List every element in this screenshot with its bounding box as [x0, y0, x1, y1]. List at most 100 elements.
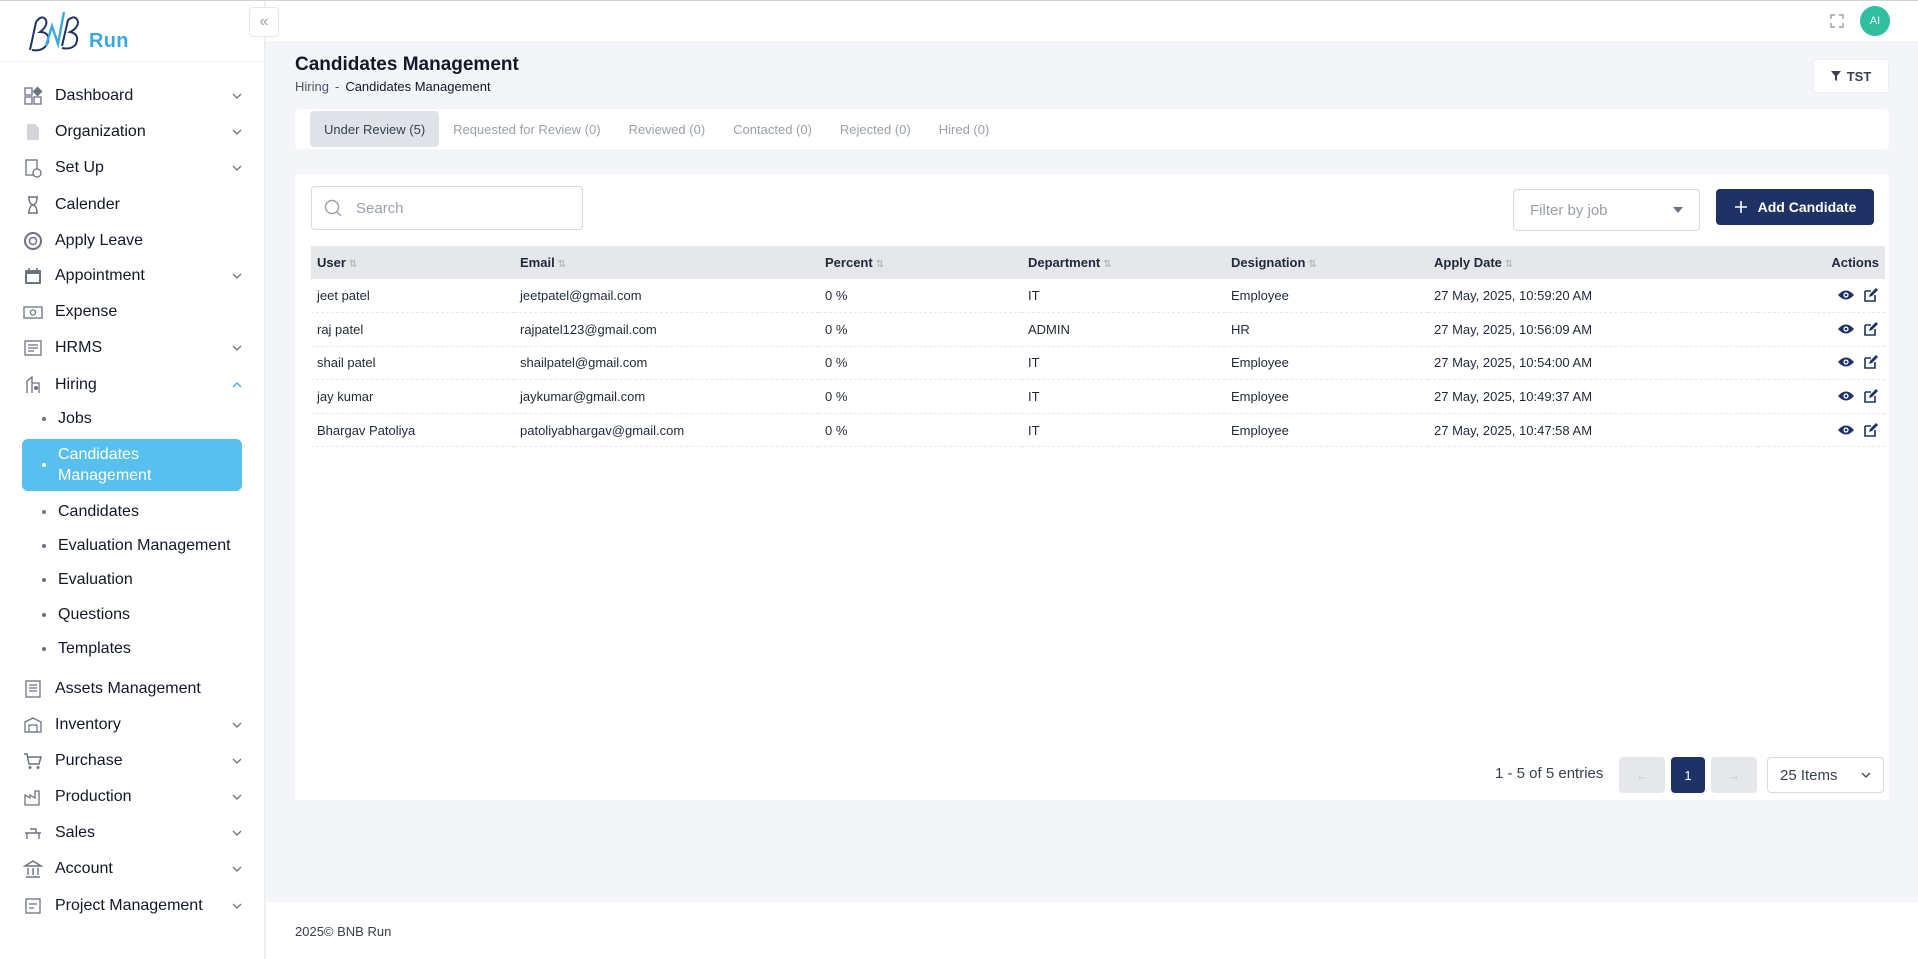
sidebar-subitem-templates[interactable]: Templates: [22, 634, 242, 664]
tab-hired[interactable]: Hired (0): [925, 111, 1004, 147]
bullet-icon: [42, 510, 46, 514]
sidebar-subitem-label: Templates: [58, 640, 131, 657]
sidebar-subitem-evaluation[interactable]: Evaluation: [22, 565, 242, 595]
add-candidate-button[interactable]: Add Candidate: [1716, 189, 1874, 225]
inventory-icon: [22, 714, 44, 736]
chevron-down-icon: [230, 790, 244, 804]
candidates-card: Filter by job Add Candidate User⇅Email⇅P…: [295, 174, 1889, 800]
column-header-email[interactable]: Email ⇅: [514, 246, 819, 279]
page-1-button[interactable]: 1: [1671, 757, 1705, 793]
fullscreen-icon[interactable]: [1829, 13, 1845, 29]
chevron-down-icon: [230, 754, 244, 768]
sidebar-item-organization[interactable]: Organization: [22, 117, 244, 147]
plus-icon: [1734, 201, 1747, 213]
items-per-page-select[interactable]: 25 Items: [1767, 757, 1884, 793]
edit-icon[interactable]: [1863, 354, 1879, 370]
table-cell: 0 %: [825, 355, 848, 371]
tab-requested-for-review[interactable]: Requested for Review (0): [439, 111, 614, 147]
view-eye-icon[interactable]: [1837, 323, 1855, 335]
status-tabs: Under Review (5) Requested for Review (0)…: [295, 109, 1889, 149]
table-cell: 27 May, 2025, 10:56:09 AM: [1434, 321, 1593, 337]
table-cell: jeet patel: [317, 288, 370, 304]
sidebar-subitem-candidates-management[interactable]: Candidates Management: [22, 439, 242, 491]
row-actions: [1758, 279, 1885, 313]
view-eye-icon[interactable]: [1837, 356, 1855, 368]
view-eye-icon[interactable]: [1837, 289, 1855, 301]
sidebar-subitem-label: Evaluation: [58, 571, 133, 588]
sidebar-subitem-candidates[interactable]: Candidates: [22, 497, 242, 527]
sort-icon[interactable]: ⇅: [1505, 259, 1513, 270]
table-cell: shail patel: [317, 355, 376, 371]
chevron-down-icon: [230, 341, 244, 355]
column-header-designation[interactable]: Designation ⇅: [1225, 246, 1428, 279]
sidebar-item-label: Purchase: [55, 752, 123, 769]
search-box[interactable]: [311, 186, 583, 230]
sidebar-subitem-jobs[interactable]: Jobs: [22, 404, 242, 434]
sidebar-item-sales[interactable]: Sales: [22, 818, 244, 848]
filter-by-job-select[interactable]: Filter by job: [1513, 189, 1700, 231]
sidebar-item-account[interactable]: Account: [22, 854, 244, 884]
table-cell: 0 %: [825, 321, 848, 337]
bullet-icon: [42, 544, 46, 548]
table-cell: Employee: [1231, 355, 1289, 371]
sidebar-item-label: Organization: [55, 123, 146, 140]
sidebar-item-hiring[interactable]: Hiring: [22, 370, 244, 400]
sidebar-item-assets-management[interactable]: Assets Management: [22, 674, 244, 704]
column-header-actions: Actions: [1831, 255, 1879, 270]
column-header-apply-date[interactable]: Apply Date ⇅: [1428, 246, 1758, 279]
edit-icon[interactable]: [1863, 388, 1879, 404]
tab-under-review[interactable]: Under Review (5): [310, 111, 440, 147]
table-row: raj patel rajpatel123@gmail.com 0 % ADMIN HR…: [311, 313, 1885, 347]
tab-reviewed[interactable]: Reviewed (0): [615, 111, 720, 147]
edit-icon[interactable]: [1863, 287, 1879, 303]
logo-mark-icon: [29, 11, 80, 52]
sidebar-item-hrms[interactable]: HRMS: [22, 333, 244, 363]
footer-copyright: 2025© BNB Run: [295, 924, 392, 939]
sidebar-subitem-questions[interactable]: Questions: [22, 600, 242, 630]
sidebar-item-inventory[interactable]: Inventory: [22, 710, 244, 740]
sidebar-item-appointment[interactable]: Appointment: [22, 261, 244, 291]
tst-filter-button[interactable]: TST: [1813, 59, 1889, 93]
filter-placeholder: Filter by job: [1530, 201, 1608, 219]
column-header-percent[interactable]: Percent ⇅: [819, 246, 1022, 279]
sidebar-item-production[interactable]: Production: [22, 782, 244, 812]
brand-logo[interactable]: Run: [26, 6, 146, 60]
column-header-user[interactable]: User ⇅: [311, 246, 514, 279]
tab-rejected[interactable]: Rejected (0): [826, 111, 925, 147]
sidebar-item-label: Expense: [55, 303, 118, 320]
tab-contacted[interactable]: Contacted (0): [719, 111, 826, 147]
breadcrumb-parent[interactable]: Hiring: [295, 79, 329, 94]
calendar-icon: [22, 265, 44, 287]
user-avatar[interactable]: AI: [1860, 6, 1890, 36]
view-eye-icon[interactable]: [1837, 424, 1855, 436]
sort-icon[interactable]: ⇅: [1103, 259, 1111, 270]
sidebar-item-apply-leave[interactable]: Apply Leave: [22, 226, 244, 256]
sidebar-item-set-up[interactable]: Set Up: [22, 153, 244, 183]
sidebar-divider: [0, 61, 265, 62]
row-actions: [1758, 346, 1885, 380]
sidebar-subitem-evaluation-management[interactable]: Evaluation Management: [22, 531, 242, 561]
edit-icon[interactable]: [1863, 321, 1879, 337]
collapse-sidebar-button[interactable]: «: [249, 7, 279, 37]
view-eye-icon[interactable]: [1837, 390, 1855, 402]
next-page-button[interactable]: →: [1711, 757, 1757, 793]
prev-page-button[interactable]: ←: [1619, 757, 1665, 793]
table-row: shail patel shailpatel@gmail.com 0 % IT Empl…: [311, 346, 1885, 380]
sidebar-item-calender[interactable]: Calender: [22, 190, 244, 220]
sidebar-item-dashboard[interactable]: Dashboard: [22, 81, 244, 111]
chevron-down-icon: [1861, 772, 1871, 778]
sidebar-item-project-management[interactable]: Project Management: [22, 891, 244, 921]
sidebar-item-purchase[interactable]: Purchase: [22, 746, 244, 776]
sidebar-item-label: Set Up: [55, 159, 104, 176]
search-input[interactable]: [356, 199, 556, 217]
sort-icon[interactable]: ⇅: [876, 259, 884, 270]
sort-icon[interactable]: ⇅: [1308, 259, 1316, 270]
edit-icon[interactable]: [1863, 422, 1879, 438]
sort-icon[interactable]: ⇅: [349, 259, 357, 270]
sidebar-item-expense[interactable]: Expense: [22, 297, 244, 327]
sort-icon[interactable]: ⇅: [558, 259, 566, 270]
hiring-icon: [22, 374, 44, 396]
column-header-department[interactable]: Department ⇅: [1022, 246, 1225, 279]
chevron-down-icon: [230, 862, 244, 876]
bank-icon: [22, 858, 44, 880]
